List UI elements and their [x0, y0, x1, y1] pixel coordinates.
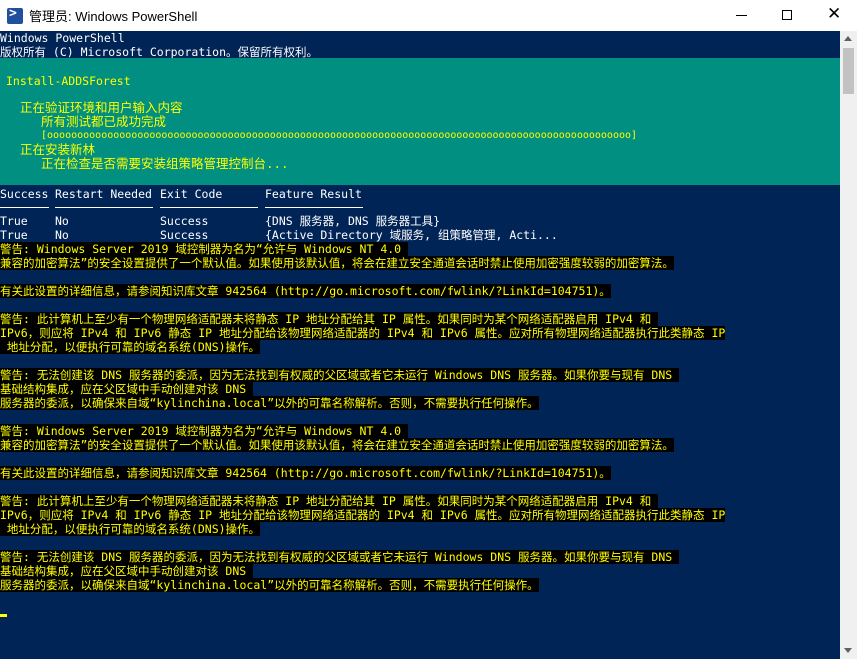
window-title: 管理员: Windows PowerShell: [29, 9, 198, 24]
table-cell: True: [0, 228, 28, 242]
warning-line: 警告: Windows Server 2019 域控制器为名为“允许与 Wind…: [0, 242, 409, 256]
warning-line: 服务器的委派，以确保来自域“kylinchina.local”以外的可靠名称解析…: [0, 396, 539, 410]
table-cell: No: [55, 228, 69, 242]
warning-line: 警告: 此计算机上至少有一个物理网络适配器未将静态 IP 地址分配给其 IP 属…: [0, 312, 659, 326]
warning-line: 基础结构集成，应在父区域中手动创建对该 DNS: [0, 382, 254, 396]
warning-line: IPv6，则应将 IPv4 和 IPv6 静态 IP 地址分配给该物理网络适配器…: [0, 326, 726, 340]
maximize-button[interactable]: [765, 0, 811, 31]
close-button[interactable]: ✕: [811, 0, 857, 31]
table-cell: No: [55, 214, 69, 228]
warning-line: 警告: Windows Server 2019 域控制器为名为“允许与 Wind…: [0, 424, 409, 438]
warning-line: 有关此设置的详细信息，请参阅知识库文章 942564 (http://go.mi…: [0, 284, 611, 298]
maximize-icon: [782, 10, 792, 20]
warning-line: 兼容的加密算法”的安全设置提供了一个默认值。如果使用该默认值，将会在建立安全通道…: [0, 438, 674, 452]
table-cell: {DNS 服务器, DNS 服务器工具}: [265, 214, 441, 228]
title-bar[interactable]: > 管理员: Windows PowerShell ✕: [0, 0, 857, 31]
scroll-up-icon[interactable]: [844, 36, 852, 41]
header-underline: [160, 207, 258, 208]
vertical-scrollbar[interactable]: [840, 31, 857, 659]
table-cell: Success: [160, 214, 209, 228]
column-header: Success: [0, 187, 49, 201]
warning-line: 基础结构集成，应在父区域中手动创建对该 DNS: [0, 564, 254, 578]
minimize-button[interactable]: [719, 0, 765, 31]
text-cursor: [0, 614, 7, 617]
warning-line: 有关此设置的详细信息，请参阅知识库文章 942564 (http://go.mi…: [0, 466, 611, 480]
warning-line: IPv6，则应将 IPv4 和 IPv6 静态 IP 地址分配给该物理网络适配器…: [0, 508, 726, 522]
scrollbar-thumb[interactable]: [843, 48, 854, 94]
progress-detail: 正在检查是否需要安装组策略管理控制台...: [41, 156, 289, 171]
progress-activity: Install-ADDSForest: [6, 74, 131, 88]
banner-line: 版权所有 (C) Microsoft Corporation。保留所有权利。: [0, 45, 319, 59]
header-underline: [265, 207, 363, 208]
console-output[interactable]: Windows PowerShell 版权所有 (C) Microsoft Co…: [0, 31, 840, 659]
minimize-icon: [736, 15, 747, 16]
warning-line: 地址分配，以便执行可靠的域名系统(DNS)操作。: [0, 340, 261, 354]
close-icon: ✕: [827, 4, 842, 24]
progress-status: 正在验证环境和用户输入内容: [20, 100, 183, 115]
column-header: Restart Needed: [55, 187, 152, 201]
banner-line: Windows PowerShell: [0, 31, 125, 45]
table-cell: Success: [160, 228, 209, 242]
column-header: Feature Result: [265, 187, 362, 201]
warning-line: 兼容的加密算法”的安全设置提供了一个默认值。如果使用该默认值，将会在建立安全通道…: [0, 256, 674, 270]
warning-line: 警告: 此计算机上至少有一个物理网络适配器未将静态 IP 地址分配给其 IP 属…: [0, 494, 659, 508]
progress-panel: Install-ADDSForest 正在验证环境和用户输入内容 所有测试都已成…: [0, 58, 840, 185]
progress-detail: 所有测试都已成功完成: [41, 114, 167, 129]
scroll-down-icon[interactable]: [844, 648, 852, 653]
table-cell: {Active Directory 域服务, 组策略管理, Acti...: [265, 228, 558, 242]
progress-status: 正在安装新林: [20, 142, 96, 157]
progress-bar: [ooooooooooooooooooooooooooooooooooooooo…: [41, 130, 638, 141]
header-underline: [0, 207, 49, 208]
header-underline: [55, 207, 153, 208]
warning-line: 警告: 无法创建该 DNS 服务器的委派，因为无法找到有权威的父区域或者它未运行…: [0, 368, 680, 382]
warning-line: 地址分配，以便执行可靠的域名系统(DNS)操作。: [0, 522, 261, 536]
powershell-icon[interactable]: >: [7, 6, 23, 24]
table-cell: True: [0, 214, 28, 228]
warning-line: 警告: 无法创建该 DNS 服务器的委派，因为无法找到有权威的父区域或者它未运行…: [0, 550, 680, 564]
warning-line: 服务器的委派，以确保来自域“kylinchina.local”以外的可靠名称解析…: [0, 578, 539, 592]
column-header: Exit Code: [160, 187, 223, 201]
